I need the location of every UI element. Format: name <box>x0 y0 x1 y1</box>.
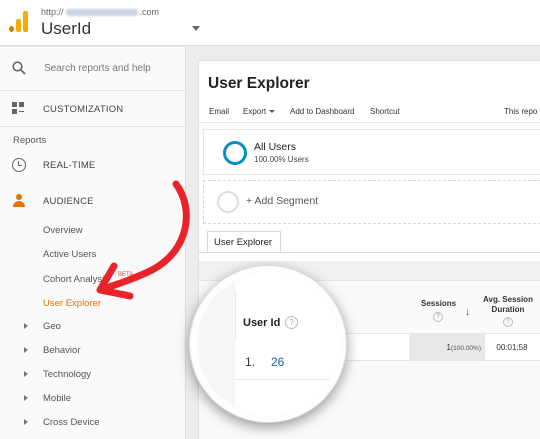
dashboard-icon <box>12 102 26 116</box>
magnifier-callout: User Id ? 1. 26 <box>190 266 346 422</box>
sidebar-item-realtime[interactable]: REAL-TIME <box>43 160 95 171</box>
add-to-dashboard-button[interactable]: Add to Dashboard <box>290 107 355 116</box>
segment-area: All Users 100.00% Users + Add Segment <box>203 129 540 229</box>
chevron-right-icon[interactable] <box>24 395 28 401</box>
tab-divider <box>199 252 540 253</box>
reports-heading: Reports <box>13 135 47 146</box>
chevron-right-icon[interactable] <box>24 323 28 329</box>
sidebar-item-technology[interactable]: Technology <box>43 369 91 380</box>
row-index: 1. <box>245 355 256 369</box>
cell-avg-session-duration: 00:01:58 <box>496 343 528 352</box>
empty-segment-icon <box>217 191 239 213</box>
segment-ring-icon <box>223 141 247 165</box>
chevron-down-icon[interactable] <box>192 26 200 31</box>
add-segment-label: + Add Segment <box>246 195 319 207</box>
analytics-logo-icon <box>9 10 29 32</box>
sidebar-item-audience[interactable]: AUDIENCE <box>43 196 94 207</box>
sidebar-item-customization[interactable]: CUSTOMIZATION <box>0 91 186 127</box>
annotation-arrow-icon <box>96 180 190 300</box>
search-input[interactable]: Search reports and help <box>44 63 151 74</box>
search-icon <box>12 61 26 75</box>
report-toolbar: Email Export Add to Dashboard Shortcut T… <box>199 101 540 123</box>
chevron-right-icon[interactable] <box>24 371 28 377</box>
account-url[interactable]: http://.com <box>41 7 159 17</box>
user-id-link[interactable]: 26 <box>271 355 284 369</box>
page-title: User Explorer <box>208 75 310 92</box>
shortcut-button[interactable]: Shortcut <box>370 107 400 116</box>
chevron-right-icon[interactable] <box>24 347 28 353</box>
email-button[interactable]: Email <box>209 107 229 116</box>
chevron-right-icon[interactable] <box>24 419 28 425</box>
sidebar-item-cross-device[interactable]: Cross Device <box>43 417 100 428</box>
header-bar: http://.com UserId <box>0 0 540 46</box>
chevron-down-icon <box>269 110 276 114</box>
sort-arrow-icon[interactable]: ↓ <box>465 307 470 318</box>
column-header-sessions[interactable]: Sessions <box>421 299 456 308</box>
clock-icon <box>12 158 26 172</box>
sidebar-item-geo[interactable]: Geo <box>43 321 61 332</box>
column-header-avg-session-duration[interactable]: Avg. Session Duration <box>480 295 536 315</box>
sidebar-item-active-users[interactable]: Active Users <box>43 249 96 260</box>
view-selector[interactable]: UserId <box>41 19 91 39</box>
segment-name: All Users <box>254 141 297 153</box>
sidebar-item-mobile[interactable]: Mobile <box>43 393 71 404</box>
help-icon[interactable]: ? <box>503 317 513 327</box>
column-header-user-id[interactable]: User Id <box>243 317 280 329</box>
search-reports[interactable]: Search reports and help <box>0 47 186 91</box>
add-segment-button[interactable]: + Add Segment <box>203 180 540 224</box>
tab-user-explorer[interactable]: User Explorer <box>207 231 281 252</box>
cell-sessions: 1(100.00%) <box>409 333 485 361</box>
sidebar-item-label: CUSTOMIZATION <box>43 104 124 115</box>
export-button[interactable]: Export <box>243 107 276 116</box>
help-icon[interactable]: ? <box>433 312 443 322</box>
segment-percent: 100.00% Users <box>254 155 309 164</box>
segment-all-users[interactable]: All Users 100.00% Users <box>203 129 540 175</box>
help-icon[interactable]: ? <box>285 316 298 329</box>
this-report-label: This repo <box>504 107 538 116</box>
person-icon <box>12 194 26 208</box>
sidebar-item-behavior[interactable]: Behavior <box>43 345 81 356</box>
sidebar-item-overview[interactable]: Overview <box>43 225 83 236</box>
